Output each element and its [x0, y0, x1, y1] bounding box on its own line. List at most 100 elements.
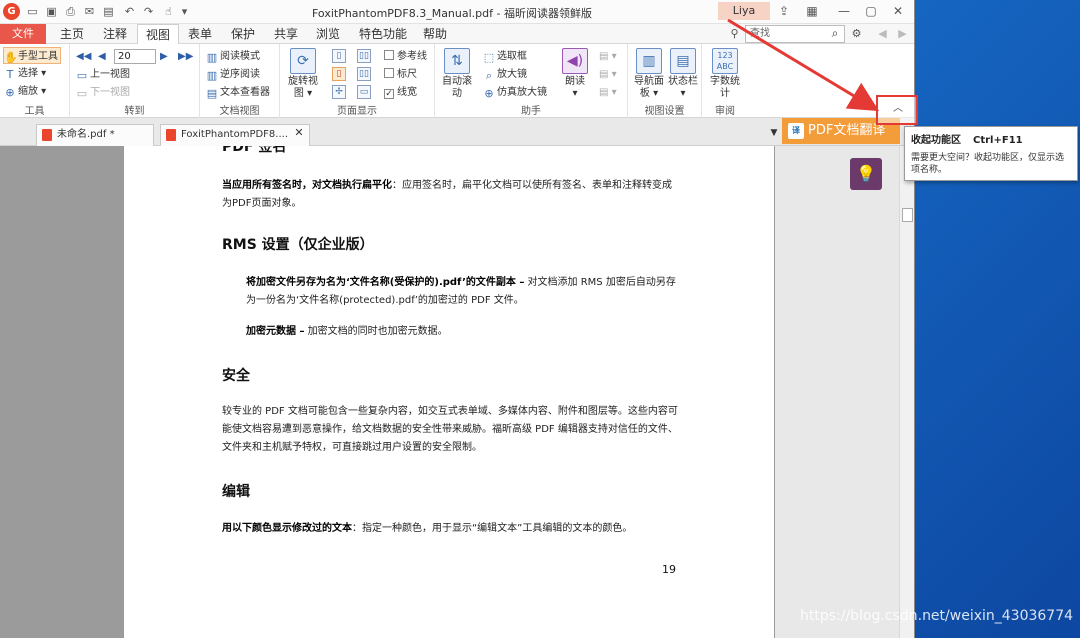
prev-view-label: 上一视图	[90, 69, 130, 80]
group-assistant: ⇅ 自动滚动 ⬚ 选取框 ⌕ 放大镜 ⊕ 仿真放大镜 ◀) 朗读 ▾ ▤ ▾ ▤ ▾ ▤ …	[435, 44, 628, 118]
restore-icon[interactable]: ▢	[863, 3, 879, 19]
facing-page-icon[interactable]: ▯▯	[357, 49, 371, 63]
doc-tab-untitled[interactable]: 未命名.pdf *	[36, 124, 154, 146]
paragraph-sign: 当应用所有签名时，对文档执行扁平化：应用签名时，扁平化文档可以使所有签名、表单和…	[222, 177, 678, 213]
back-icon[interactable]: ◀	[876, 27, 889, 40]
tab-view[interactable]: 视图	[137, 24, 180, 45]
paragraph-rms-1: 将加密文件另存为名为‘文件名称(受保护的).pdf’的文件副本 – 对文档添加 …	[246, 274, 678, 310]
app-logo-icon[interactable]: G	[3, 3, 20, 20]
email-icon[interactable]: ✉	[83, 5, 96, 18]
first-page-button[interactable]: ◀◀	[76, 48, 91, 65]
close-tab-icon[interactable]: ✕	[293, 126, 305, 140]
tab-form[interactable]: 表单	[180, 24, 220, 44]
split-view-icon[interactable]: ✢	[332, 85, 346, 99]
tab-features[interactable]: 特色功能	[351, 24, 415, 44]
layout-icon[interactable]: ▦	[804, 3, 820, 19]
read-mode-button[interactable]: ▥ 阅读模式	[206, 48, 260, 65]
undo-icon[interactable]: ↶	[123, 5, 136, 18]
tab-home[interactable]: 主页	[52, 24, 92, 44]
scan-icon[interactable]: ▤	[102, 5, 115, 18]
group-page-display: ⟳ 旋转视图 ▾ ▯ ▯ ✢ ▯▯ ▯▯ ▭ 参考线 标尺 ✓ 线宽 页面显示	[280, 44, 435, 118]
collapse-ribbon-button[interactable]: ︿	[876, 95, 918, 125]
prev-page-button[interactable]: ◀	[98, 48, 106, 65]
read-option-1[interactable]: ▤ ▾	[599, 48, 617, 65]
read-option-2[interactable]: ▤ ▾	[599, 66, 617, 83]
status-bar-button[interactable]: ▤ 状态栏 ▾	[668, 48, 698, 100]
single-page-icon[interactable]: ▯	[332, 49, 346, 63]
group-label-goto: 转到	[124, 106, 145, 117]
open-icon[interactable]: ▭	[26, 5, 39, 18]
last-page-button[interactable]: ▶▶	[178, 48, 193, 65]
redo-icon[interactable]: ↷	[142, 5, 155, 18]
ruler-toggle[interactable]: 标尺	[384, 66, 417, 83]
read-mode-label: 阅读模式	[220, 51, 260, 62]
tab-browse[interactable]: 浏览	[308, 24, 348, 44]
share-icon[interactable]: ⇪	[776, 3, 792, 19]
user-account[interactable]: Liya	[718, 2, 770, 20]
next-page-button[interactable]: ▶	[160, 48, 168, 65]
linewidth-toggle[interactable]: ✓ 线宽	[384, 84, 417, 101]
guides-toggle[interactable]: 参考线	[384, 48, 427, 65]
doc-tab-label: FoxitPhantomPDF8....	[181, 129, 288, 140]
marquee-button[interactable]: ⬚ 选取框	[483, 48, 527, 65]
hand-quick-icon[interactable]: ☝	[162, 5, 175, 18]
auto-scroll-label: 自动滚动	[442, 76, 472, 99]
zoom-tool-button[interactable]: ⊕ 缩放 ▾	[4, 83, 46, 100]
guides-checkbox[interactable]	[384, 50, 394, 60]
vertical-scrollbar[interactable]	[899, 146, 914, 638]
forward-icon[interactable]: ▶	[896, 27, 909, 40]
document-viewport[interactable]: PDF 签名 当应用所有签名时，对文档执行扁平化：应用签名时，扁平化文档可以使所…	[0, 146, 899, 638]
minimize-icon[interactable]: —	[836, 3, 852, 19]
rotate-view-button[interactable]: ⟳ 旋转视图 ▾	[286, 48, 320, 100]
doc-tab-manual[interactable]: FoxitPhantomPDF8....	[160, 124, 310, 146]
hand-tool-button[interactable]: ✋手型工具	[3, 47, 61, 64]
speaker-icon: ◀)	[562, 48, 588, 74]
nav-panel-button[interactable]: ▥ 导航面板 ▾	[632, 48, 666, 100]
reverse-read-label: 逆序阅读	[220, 69, 260, 80]
print-icon[interactable]: ⎙	[64, 5, 77, 18]
scrollbar-thumb[interactable]	[902, 208, 913, 222]
search-tool-icon[interactable]: ⚲	[728, 27, 741, 40]
next-view-button[interactable]: ▭ 下一视图	[76, 84, 130, 101]
tab-share[interactable]: 共享	[266, 24, 306, 44]
nav-panel-icon: ▥	[636, 48, 662, 74]
read-aloud-button[interactable]: ◀) 朗读 ▾	[561, 48, 589, 100]
tab-comment[interactable]: 注释	[95, 24, 135, 44]
tab-protect[interactable]: 保护	[223, 24, 263, 44]
file-menu[interactable]: 文件	[0, 24, 46, 44]
facing-continuous-icon[interactable]: ▯▯	[357, 67, 371, 81]
ruler-label: 标尺	[397, 69, 417, 80]
read-option-3[interactable]: ▤ ▾	[599, 84, 617, 101]
zoom-icon: ⊕	[5, 86, 15, 99]
settings-icon[interactable]: ⚙	[850, 27, 863, 40]
page-number-input[interactable]: 20	[114, 49, 156, 64]
group-review: 123 ABC 字数统计 审阅	[702, 44, 748, 118]
loupe-button[interactable]: ⌕ 放大镜	[483, 66, 527, 83]
watermark-text: https://blog.csdn.net/weixin_43036774	[800, 608, 1074, 624]
cover-page-icon[interactable]: ▭	[357, 85, 371, 99]
text-viewer-label: 文本查看器	[220, 87, 270, 98]
tab-list-dropdown-icon[interactable]: ▼	[768, 126, 780, 140]
prev-view-button[interactable]: ▭ 上一视图	[76, 66, 130, 83]
read-aloud-label: 朗读	[565, 76, 585, 87]
auto-scroll-button[interactable]: ⇅ 自动滚动	[441, 48, 473, 100]
continuous-page-icon[interactable]: ▯	[332, 67, 346, 81]
save-icon[interactable]: ▣	[45, 5, 58, 18]
ruler-checkbox[interactable]	[384, 68, 394, 78]
text-viewer-button[interactable]: ▤ 文本查看器	[206, 84, 270, 101]
rotate-icon: ⟳	[290, 48, 316, 74]
reverse-read-button[interactable]: ▥ 逆序阅读	[206, 66, 260, 83]
word-count-label: 字数统计	[710, 76, 740, 99]
customize-toolbar-icon[interactable]: ▾	[178, 5, 191, 18]
next-view-icon: ▭	[76, 87, 88, 100]
magnifier-button[interactable]: ⊕ 仿真放大镜	[483, 84, 547, 101]
paragraph-rms-2: 加密元数据 – 加密文档的同时也加密元数据。	[246, 323, 678, 341]
linewidth-checkbox[interactable]: ✓	[384, 89, 394, 99]
lightbulb-icon[interactable]: 💡	[850, 158, 882, 190]
select-tool-button[interactable]: T 选择 ▾	[4, 65, 47, 82]
chevron-up-icon: ︿	[893, 103, 903, 114]
word-count-button[interactable]: 123 ABC 字数统计	[708, 48, 742, 100]
close-window-icon[interactable]: ✕	[890, 3, 906, 19]
search-icon[interactable]: ⌕	[828, 26, 842, 40]
tab-help[interactable]: 帮助	[415, 24, 455, 44]
